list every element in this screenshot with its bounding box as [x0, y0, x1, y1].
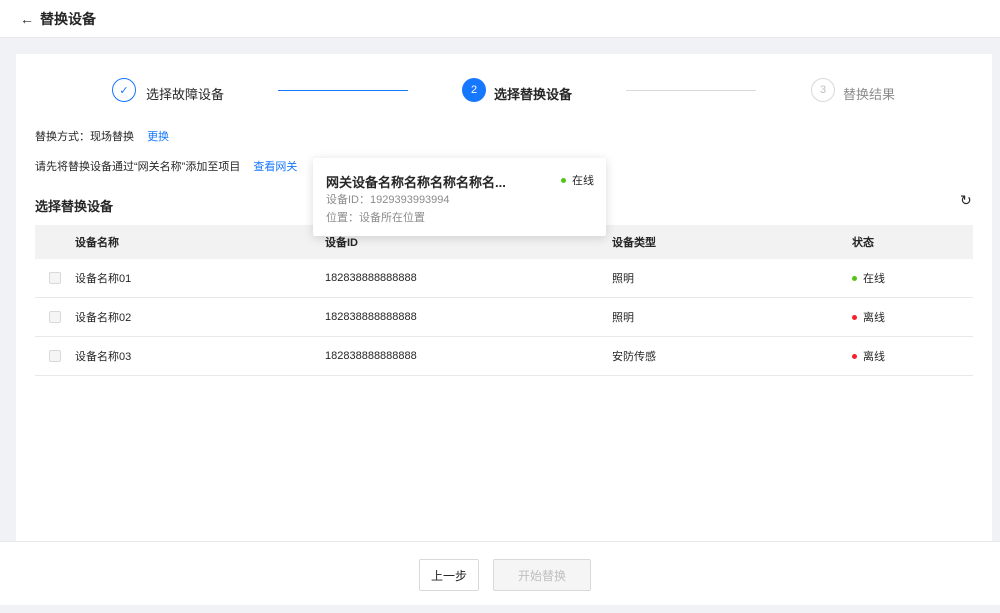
status-dot-icon — [852, 275, 857, 281]
header-id: 设备ID — [325, 237, 358, 249]
device-name: 设备名称03 — [75, 351, 132, 363]
table-row[interactable]: 设备名称02 182838888888888 照明 离线 — [35, 298, 973, 337]
step-connector-1 — [278, 90, 408, 91]
instruction-row: 请先将替换设备通过“网关名称”添加至项目 查看网关 — [35, 158, 297, 174]
status-dot-icon — [852, 314, 857, 320]
step-3-number: 3 — [811, 78, 835, 102]
step-3-label: 替换结果 — [843, 87, 896, 102]
status-dot-icon — [561, 177, 566, 183]
step-connector-2 — [626, 90, 756, 91]
device-status: 离线 — [852, 348, 972, 364]
start-replace-button[interactable]: 开始替换 — [493, 559, 591, 591]
back-arrow-icon[interactable]: ← — [20, 11, 34, 27]
status-dot-icon — [852, 353, 857, 359]
device-name: 设备名称01 — [75, 273, 132, 285]
main-card: ✓ 选择故障设备 2 选择替换设备 3 替换结果 替换方式：现场替换 更换 请先… — [16, 54, 992, 541]
device-table: 设备名称 设备ID 设备类型 状态 设备名称01 182838888888888… — [35, 225, 973, 376]
footer-bar: 上一步 开始替换 — [0, 541, 1000, 605]
device-status: 离线 — [852, 309, 972, 325]
header-type: 设备类型 — [612, 237, 656, 249]
gateway-name: 网关设备名称名称名称名称名... — [326, 175, 506, 190]
replace-mode-text: 替换方式：现场替换 — [35, 131, 134, 143]
gateway-location: 位置：设备所在位置 — [326, 212, 425, 224]
prev-step-button[interactable]: 上一步 — [419, 559, 479, 591]
step-1-label: 选择故障设备 — [146, 87, 225, 102]
change-mode-link[interactable]: 更换 — [147, 131, 169, 143]
gateway-status: 在线 — [561, 172, 594, 188]
row-checkbox[interactable] — [49, 311, 61, 323]
device-status: 在线 — [852, 270, 972, 286]
section-title: 选择替换设备 — [35, 199, 114, 214]
gateway-device-id: 设备ID：1929393993994 — [326, 194, 450, 206]
step-1-check-icon: ✓ — [112, 78, 136, 102]
gateway-popover: 网关设备名称名称名称名称名... 在线 设备ID：1929393993994 位… — [313, 158, 606, 236]
table-row[interactable]: 设备名称01 182838888888888 照明 在线 — [35, 259, 973, 298]
header-status: 状态 — [852, 237, 874, 249]
device-id: 182838888888888 — [325, 350, 417, 362]
device-type: 照明 — [612, 273, 634, 285]
replace-mode-row: 替换方式：现场替换 更换 — [35, 128, 169, 144]
top-bar: ← 替换设备 — [0, 0, 1000, 38]
step-2-label: 选择替换设备 — [494, 87, 573, 102]
device-name: 设备名称02 — [75, 312, 132, 324]
row-checkbox[interactable] — [49, 272, 61, 284]
table-row[interactable]: 设备名称03 182838888888888 安防传感 离线 — [35, 337, 973, 376]
view-gateway-link[interactable]: 查看网关 — [253, 161, 297, 173]
refresh-icon[interactable]: ↻ — [960, 192, 972, 209]
instruction-text: 请先将替换设备通过“网关名称”添加至项目 — [35, 161, 241, 173]
device-id: 182838888888888 — [325, 311, 417, 323]
page-title: 替换设备 — [40, 10, 96, 27]
device-id: 182838888888888 — [325, 272, 417, 284]
device-type: 安防传感 — [612, 351, 656, 363]
step-2-number: 2 — [462, 78, 486, 102]
steps-bar: ✓ 选择故障设备 2 选择替换设备 3 替换结果 — [16, 78, 992, 108]
row-checkbox[interactable] — [49, 350, 61, 362]
header-name: 设备名称 — [75, 237, 119, 249]
device-type: 照明 — [612, 312, 634, 324]
